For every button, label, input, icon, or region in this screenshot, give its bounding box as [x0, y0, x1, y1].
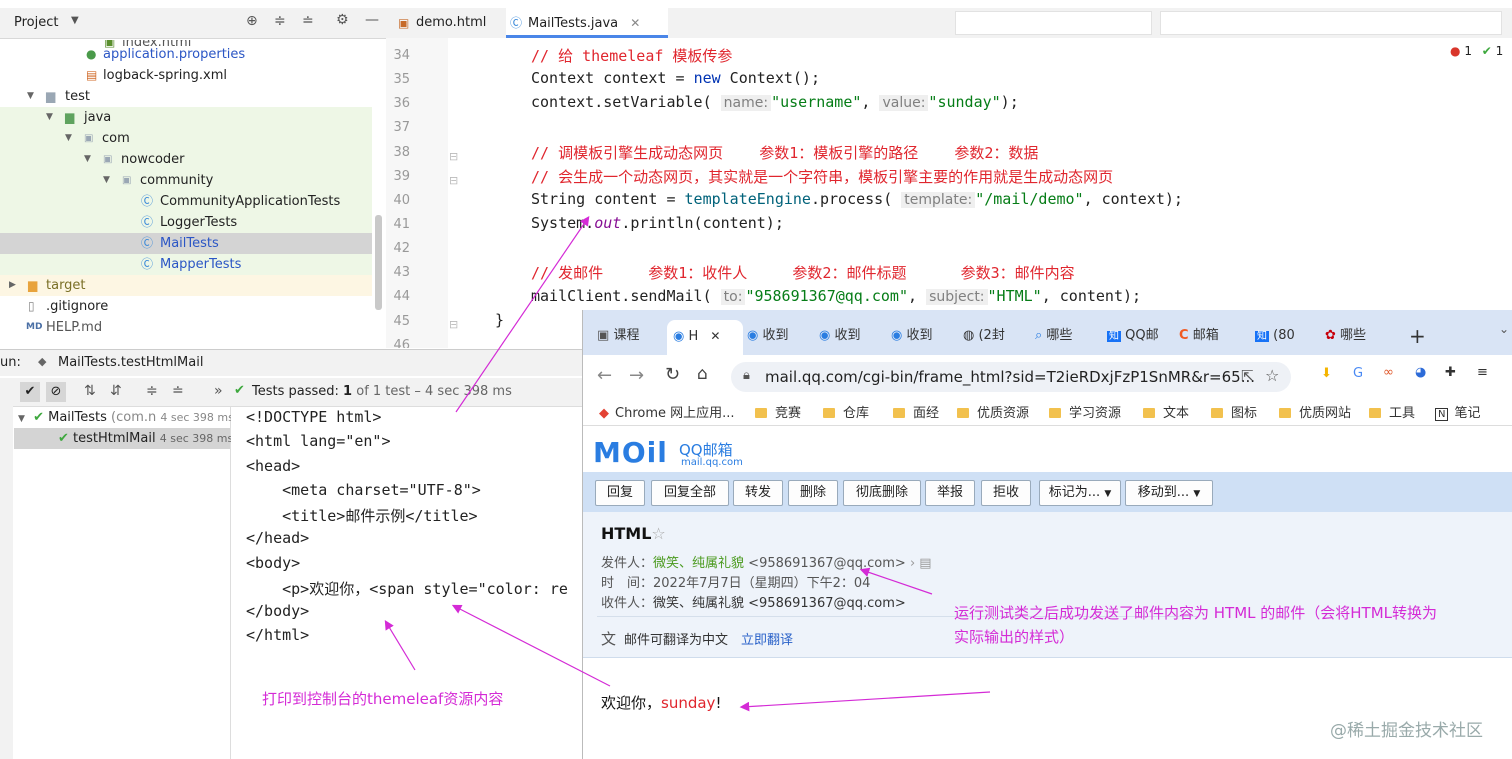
- annotation-text-bottom: 打印到控制台的themeleaf资源内容: [262, 690, 504, 708]
- watermark: @稀土掘金技术社区: [1330, 721, 1483, 741]
- arrow-to-console: [384, 619, 416, 671]
- arrow-to-console-body: [451, 604, 611, 687]
- arrow-to-println: [455, 216, 590, 413]
- annotation-arrows: [384, 216, 991, 712]
- annotation-text-right-2: 实际输出的样式）: [954, 628, 1075, 646]
- arrow-to-mail-header: [859, 567, 933, 595]
- annotation-text-right: 运行测试类之后成功发送了邮件内容为 HTML 的邮件（会将HTML转换为: [954, 604, 1438, 622]
- arrow-to-mail-body: [739, 691, 991, 712]
